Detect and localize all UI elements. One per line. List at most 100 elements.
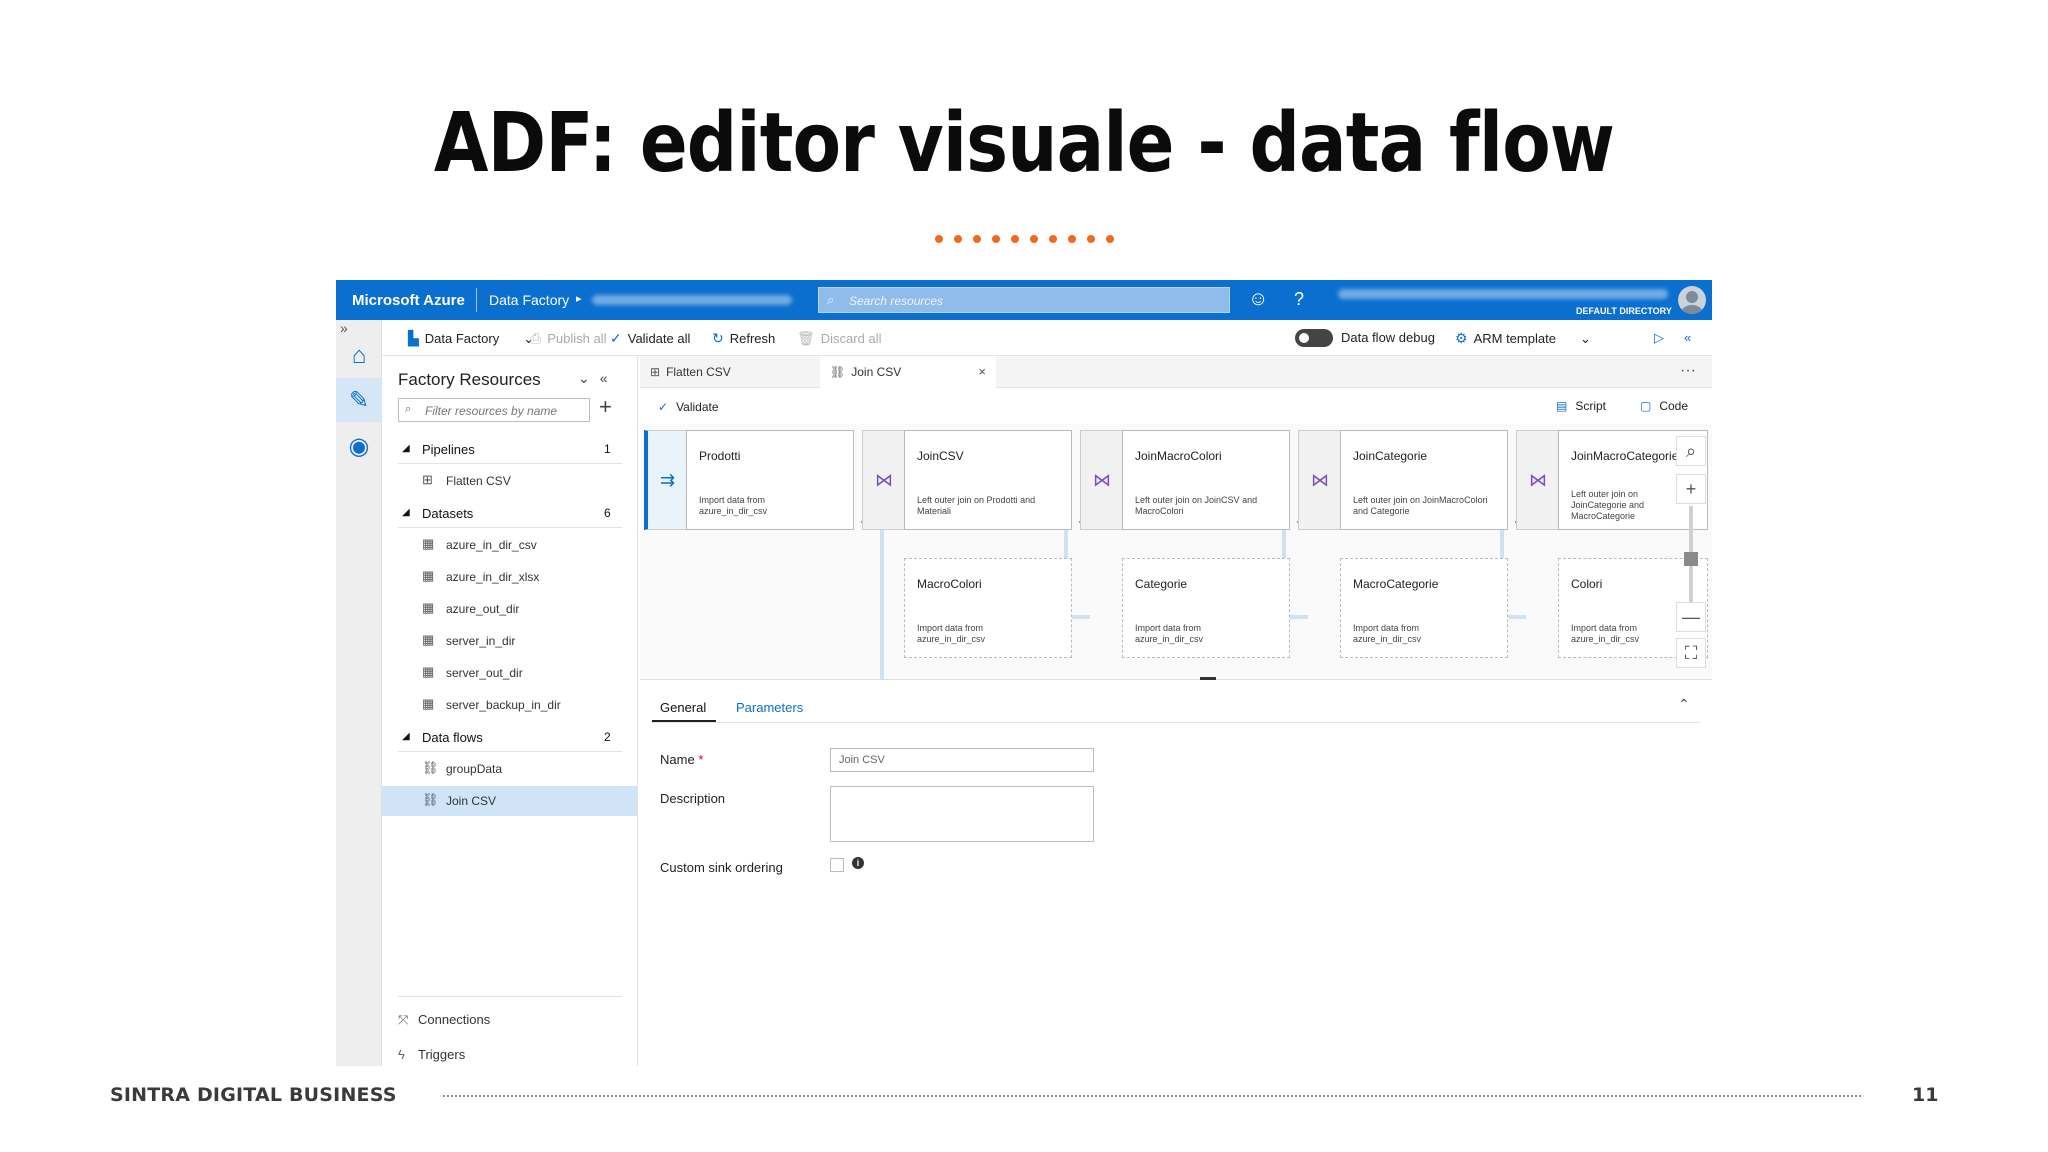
pipeline-item-flatten-csv[interactable]: ⊞ Flatten CSV [382, 466, 637, 496]
blurred-factory-name [592, 295, 792, 305]
help-icon[interactable]: ? [1294, 289, 1304, 310]
flow-node-prodotti[interactable]: Prodotti Import data from azure_in_dir_c… [686, 430, 869, 531]
collapse-resources-icon[interactable]: ⌄« [578, 370, 618, 387]
custom-sink-ordering-checkbox[interactable] [830, 858, 844, 872]
search-icon: ⌕ [405, 403, 412, 415]
run-icon[interactable]: ▷ [1654, 330, 1664, 346]
triggers-link[interactable]: ϟ Triggers [398, 1047, 465, 1062]
dataflow-canvas[interactable]: ⇉ Prodotti Import data from azure_in_dir… [640, 424, 1712, 680]
group-count: 2 [604, 730, 611, 744]
factory-icon: ▙ [408, 330, 419, 346]
node-description: Left outer join on JoinMacroColori and C… [1353, 495, 1488, 516]
flow-node-macrocolori[interactable]: MacroColori Import data from azure_in_di… [904, 558, 1072, 658]
data-factory-dropdown[interactable]: ▙ Data Factory ⌄ [408, 330, 534, 347]
azure-brand[interactable]: Microsoft Azure [352, 292, 465, 309]
debug-toggle[interactable] [1295, 329, 1333, 347]
tab-label: Flatten CSV [666, 365, 731, 379]
table-icon: ▦ [422, 632, 435, 647]
join-icon[interactable]: ⋈ [1080, 430, 1124, 530]
pipelines-group[interactable]: ◢ Pipelines 1 [382, 434, 637, 464]
collapse-panel-icon[interactable]: « [1684, 330, 1691, 345]
join-icon[interactable]: ⋈ [1298, 430, 1342, 530]
flow-node-joincsv[interactable]: JoinCSV Left outer join on Prodotti and … [904, 430, 1087, 531]
footer-dotted-line [443, 1095, 1861, 1097]
connections-icon: ⤧ [398, 1012, 409, 1027]
validate-button[interactable]: ✓ Validate [658, 400, 719, 414]
node-name: JoinCategorie [1353, 449, 1428, 463]
source-icon[interactable]: ⇉ [644, 430, 688, 530]
publish-all-button[interactable]: ⎙ Publish all [530, 330, 606, 347]
chevron-down-icon: ⌄ [1579, 330, 1591, 346]
collapse-triangle-icon: ◢ [402, 507, 410, 518]
dataflow-icon: ⛓ [830, 365, 846, 379]
validate-all-button[interactable]: ✓ Validate all [610, 330, 690, 347]
blurred-account-email [1338, 289, 1668, 299]
script-button[interactable]: ▤ Script [1556, 399, 1606, 413]
dataflow-icon: ⛓ [422, 760, 439, 775]
discard-all-button[interactable]: 🗑 Discard all [797, 330, 881, 347]
flow-connector [880, 529, 884, 679]
fit-view-icon[interactable]: ⛶ [1676, 638, 1706, 668]
filter-resources-input[interactable]: ⌕ Filter resources by name [398, 398, 590, 422]
table-icon: ▦ [422, 664, 435, 679]
dataset-item[interactable]: ▦ azure_in_dir_csv [382, 530, 637, 560]
dataflow-item-join-csv[interactable]: ⛓ Join CSV [382, 786, 637, 816]
dataset-item[interactable]: ▦ azure_in_dir_xlsx [382, 562, 637, 592]
zoom-slider-thumb[interactable] [1684, 552, 1698, 566]
tab-parameters[interactable]: Parameters [736, 700, 803, 715]
avatar-icon[interactable] [1678, 286, 1706, 314]
dataflow-item-groupdata[interactable]: ⛓ groupData [382, 754, 637, 784]
join-icon[interactable]: ⋈ [1516, 430, 1560, 530]
dataset-item[interactable]: ▦ server_backup_in_dir [382, 690, 637, 720]
tab-join-csv[interactable]: ⛓ Join CSV × [820, 356, 996, 388]
zoom-in-button[interactable]: + [1676, 474, 1706, 504]
zoom-out-button[interactable]: — [1676, 602, 1706, 632]
code-button[interactable]: ▢ Code [1640, 399, 1688, 413]
monitor-icon[interactable]: ◉ [336, 424, 382, 468]
publish-label: Publish all [547, 331, 607, 346]
dataset-item[interactable]: ▦ server_out_dir [382, 658, 637, 688]
add-resource-button[interactable]: + [599, 394, 612, 420]
flow-node-macrocategorie[interactable]: MacroCategorie Import data from azure_in… [1340, 558, 1508, 658]
page-number: 11 [1912, 1084, 1939, 1106]
flow-node-categorie[interactable]: Categorie Import data from azure_in_dir_… [1122, 558, 1290, 658]
description-field[interactable] [830, 786, 1094, 842]
divider [398, 527, 622, 528]
collapse-panel-icon[interactable]: ⌃ [1678, 696, 1690, 713]
smiley-icon[interactable]: ☺ [1248, 288, 1268, 311]
divider [398, 996, 622, 997]
dataset-item-label: server_in_dir [446, 634, 516, 648]
connections-link[interactable]: ⤧ Connections [398, 1012, 490, 1028]
search-icon[interactable]: ⌕ [1676, 436, 1706, 466]
refresh-button[interactable]: ↻ Refresh [712, 330, 775, 347]
node-description: Left outer join on JoinCategorie and Mac… [1571, 489, 1645, 521]
validate-all-label: Validate all [627, 331, 691, 346]
node-description: Import data from azure_in_dir_csv [1353, 623, 1422, 644]
slide-title: ADF: editor visuale - data flow [433, 96, 1615, 191]
dataflow-item-label: Join CSV [446, 794, 497, 808]
dataset-item[interactable]: ▦ server_in_dir [382, 626, 637, 656]
arm-template-dropdown[interactable]: ⚙ ARM template ⌄ [1455, 330, 1591, 347]
pencil-icon[interactable]: ✎ [336, 378, 382, 422]
editor-tabs: ⊞ Flatten CSV ⛓ Join CSV × ··· [640, 356, 1712, 388]
name-field[interactable]: Join CSV [830, 748, 1094, 772]
info-icon[interactable]: i [852, 857, 864, 869]
dataset-item[interactable]: ▦ azure_out_dir [382, 594, 637, 624]
table-icon: ▦ [422, 696, 435, 711]
home-icon[interactable]: ⌂ [336, 334, 382, 378]
search-input[interactable]: ⌕ Search resources [818, 287, 1230, 313]
required-marker: * [698, 752, 704, 767]
table-icon: ▦ [422, 536, 435, 551]
tab-general[interactable]: General [660, 700, 706, 715]
breadcrumb-data-factory[interactable]: Data Factory [489, 292, 569, 308]
group-label: Datasets [422, 506, 474, 521]
tab-flatten-csv[interactable]: ⊞ Flatten CSV [640, 356, 820, 388]
join-icon[interactable]: ⋈ [862, 430, 906, 530]
flow-node-joincategorie[interactable]: JoinCategorie Left outer join on JoinMac… [1340, 430, 1523, 531]
close-icon[interactable]: × [978, 364, 986, 379]
more-icon[interactable]: ··· [1680, 362, 1696, 380]
dataflows-group[interactable]: ◢ Data flows 2 [382, 722, 637, 752]
datasets-group[interactable]: ◢ Datasets 6 [382, 498, 637, 528]
decorative-dots [935, 235, 1115, 255]
flow-node-joinmacrocolori[interactable]: JoinMacroColori Left outer join on JoinC… [1122, 430, 1305, 531]
